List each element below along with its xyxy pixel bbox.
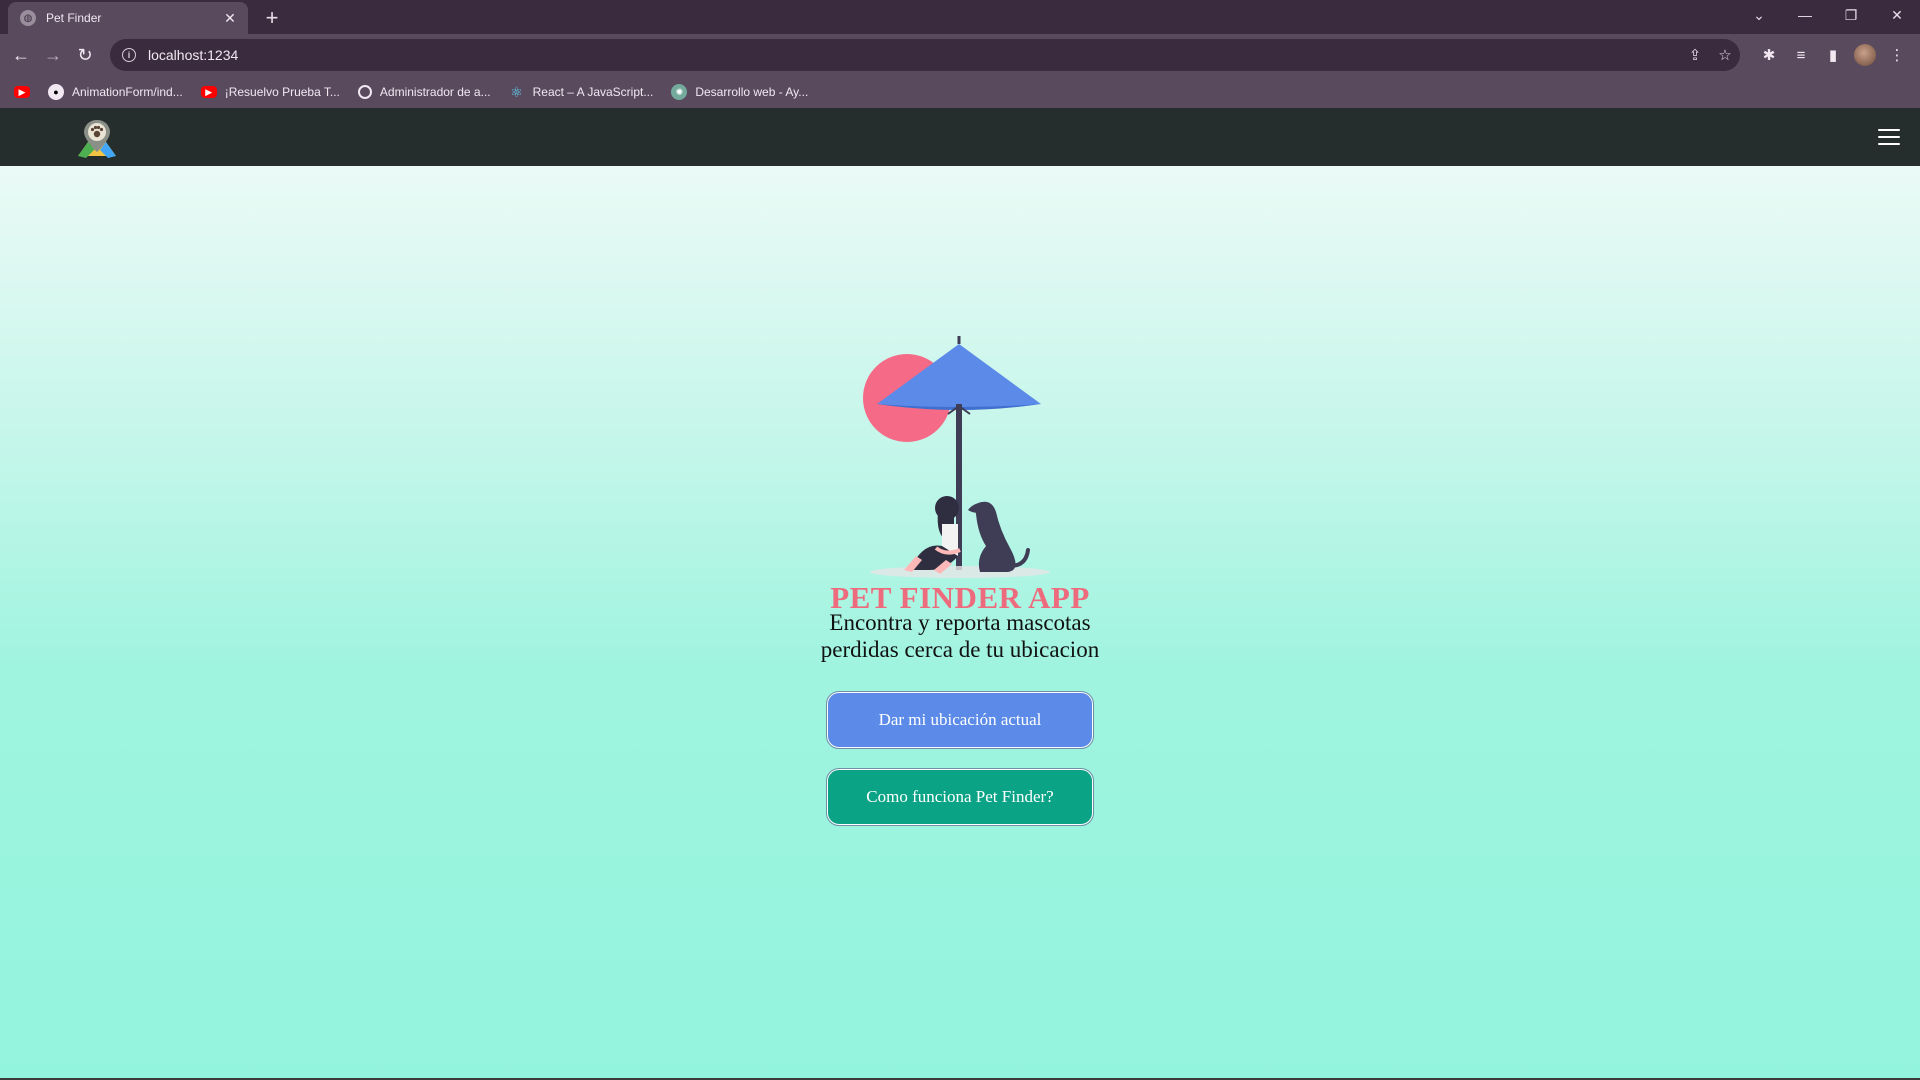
info-icon[interactable]: i [122, 48, 136, 62]
bookmarks-bar: ▶ ● AnimationForm/ind... ▶ ¡Resuelvo Pru… [0, 76, 1920, 108]
browser-toolbar: ← → ↻ i localhost:1234 ⇪ ☆ ✱ ≡ ▮ ⋮ [0, 34, 1920, 76]
menu-kebab-icon[interactable]: ⋮ [1882, 40, 1912, 70]
react-icon: ⚛ [510, 83, 523, 100]
bookmark-desarrollo[interactable]: ✺ Desarrollo web - Ay... [671, 84, 808, 100]
window-close-icon[interactable]: ✕ [1874, 0, 1920, 30]
side-panel-icon[interactable]: ▮ [1818, 40, 1848, 70]
github-icon: ● [48, 84, 64, 100]
profile-avatar[interactable] [1850, 40, 1880, 70]
address-bar[interactable]: i localhost:1234 ⇪ ☆ [110, 39, 1740, 71]
youtube-icon: ▶ [200, 86, 217, 98]
back-arrow-icon[interactable]: ← [6, 40, 36, 70]
bookmark-label: ¡Resuelvo Prueba T... [224, 85, 340, 99]
media-control-icon[interactable]: ≡ [1786, 40, 1816, 70]
globe-icon [357, 85, 372, 99]
share-location-button[interactable]: Dar mi ubicación actual [826, 691, 1094, 749]
bookmark-resuelvo[interactable]: ▶ ¡Resuelvo Prueba T... [200, 85, 340, 99]
pet-finder-logo[interactable] [74, 116, 120, 160]
chatgpt-icon: ✺ [671, 84, 688, 100]
bookmark-administrador[interactable]: Administrador de a... [357, 85, 491, 99]
close-icon[interactable]: ✕ [222, 10, 238, 27]
star-icon[interactable]: ☆ [1710, 39, 1740, 71]
app-subtitle: Encontra y reporta mascotas perdidas cer… [820, 610, 1100, 662]
bookmark-label: Administrador de a... [379, 85, 491, 99]
bookmark-youtube[interactable]: ▶ [14, 86, 30, 98]
app-header [0, 108, 1920, 166]
share-icon[interactable]: ⇪ [1680, 39, 1710, 71]
bookmark-label: React – A JavaScript... [532, 85, 654, 99]
extensions-icon[interactable]: ✱ [1754, 40, 1784, 70]
forward-arrow-icon[interactable]: → [38, 40, 68, 70]
bookmark-react[interactable]: ⚛ React – A JavaScript... [509, 83, 654, 100]
bookmark-label: AnimationForm/ind... [72, 85, 183, 99]
new-tab-button[interactable]: + [258, 4, 286, 32]
bookmark-label: Desarrollo web - Ay... [695, 85, 809, 99]
tab-title: Pet Finder [46, 11, 102, 25]
youtube-icon: ▶ [14, 86, 30, 98]
globe-icon: ◍ [20, 10, 36, 26]
hero-illustration [863, 336, 1050, 578]
bookmark-animationform[interactable]: ● AnimationForm/ind... [48, 84, 183, 100]
hamburger-menu-icon[interactable] [1878, 129, 1900, 145]
browser-tab[interactable]: ◍ Pet Finder ✕ [8, 2, 248, 34]
reload-icon[interactable]: ↻ [70, 40, 100, 70]
restore-icon[interactable]: ❐ [1828, 0, 1874, 30]
tab-search-icon[interactable]: ⌄ [1736, 0, 1782, 30]
address-url[interactable]: localhost:1234 [148, 47, 238, 63]
how-it-works-button[interactable]: Como funciona Pet Finder? [826, 768, 1094, 826]
browser-tabstrip: ◍ Pet Finder ✕ + ⌄ — ❐ ✕ [0, 0, 1920, 34]
minimize-icon[interactable]: — [1782, 0, 1828, 30]
